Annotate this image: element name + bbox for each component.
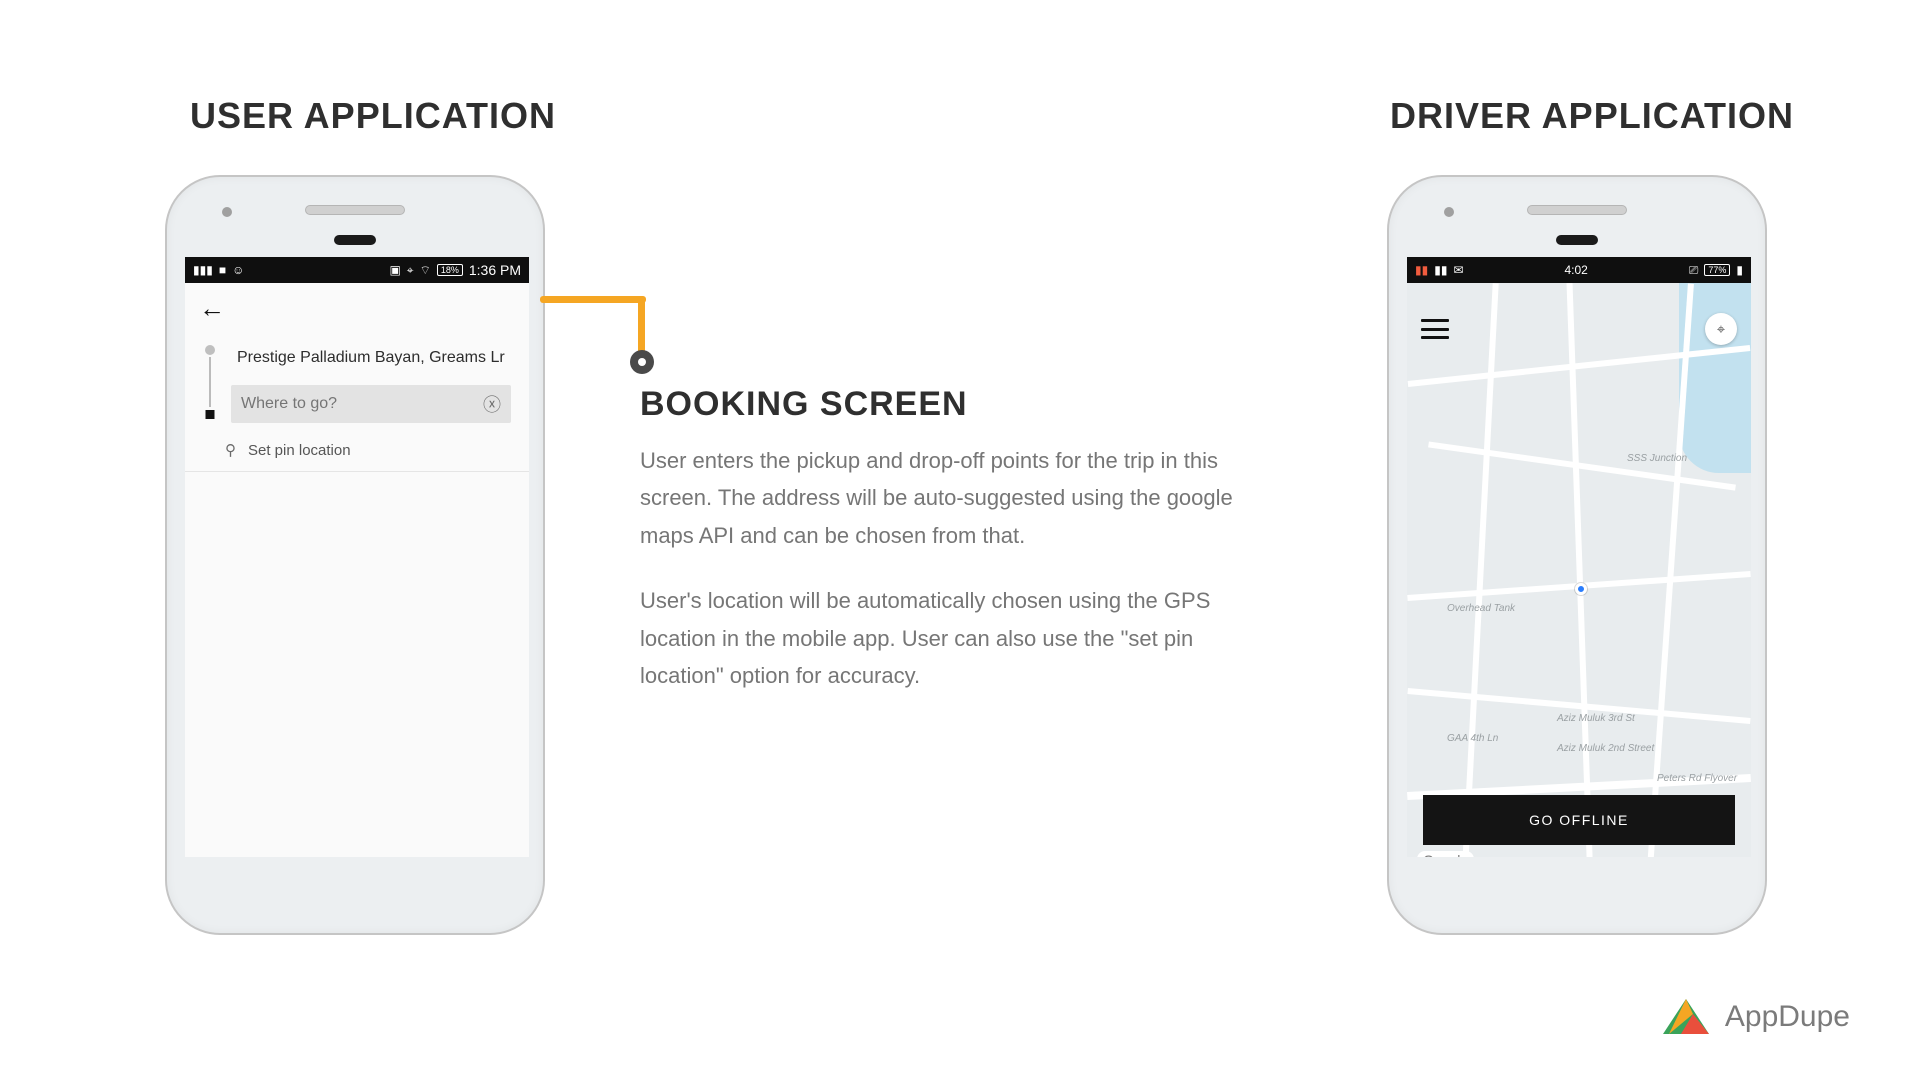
map-label: Aziz Muluk 3rd St [1557,713,1635,724]
connector-line-h [540,296,646,303]
feature-heading: BOOKING SCREEN [640,385,1260,424]
camera-dot-icon [1444,207,1454,217]
go-offline-button[interactable]: GO OFFLINE [1423,795,1735,845]
map-label: Peters Rd Flyover [1657,773,1737,784]
signal-icon: ▮▮▮ [193,264,213,276]
map-view[interactable]: SSS Junction Overhead Tank GAA 4th Ln Az… [1407,283,1751,857]
map-background: SSS Junction Overhead Tank GAA 4th Ln Az… [1407,283,1751,857]
locate-me-button[interactable]: ⌖ [1705,313,1737,345]
battery-icon: ▮ [1736,264,1743,276]
route-indicator-icon [203,347,217,417]
connector-line-v [638,296,645,358]
clear-icon[interactable]: ⓧ [483,391,501,417]
signal-icon: ▮▮ [1434,264,1447,276]
current-position-icon [1575,583,1587,595]
map-label: GAA 4th Ln [1447,733,1498,744]
camera-dot-icon [222,207,232,217]
destination-field-wrap[interactable]: ⓧ [231,385,511,423]
sensor-pill-icon [334,235,376,245]
clock-time: 4:02 [1564,263,1587,277]
feature-paragraph-2: User's location will be automatically ch… [640,582,1260,694]
map-label: Aziz Muluk 2nd Street [1557,743,1654,754]
feature-paragraph-1: User enters the pickup and drop-off poin… [640,442,1260,554]
back-button[interactable]: ← [199,293,225,324]
location-icon: ⌖ [407,264,414,276]
status-bar: ▮▮ ▮▮ ✉ 4:02 ⎚ 77% ▮ [1407,257,1751,283]
set-pin-location[interactable]: ⚲ Set pin location [185,429,529,472]
pin-icon: ⚲ [225,441,236,459]
carrier-icon: ▮▮ [1415,264,1428,276]
user-phone-mockup: ▮▮▮ ■ ☺ ▣ ⌖ ⌔ 18% 1:36 PM ← Prestige Pal… [165,175,545,935]
chat-icon: ✉ [1453,264,1463,276]
wifi-icon: ⌔ [420,264,431,276]
sensor-pill-icon [1556,235,1598,245]
brand-footer: AppDupe [1663,994,1850,1040]
appdupe-logo-icon [1663,994,1709,1040]
pickup-location[interactable]: Prestige Palladium Bayan, Greams Lr [231,341,511,375]
map-label: SSS Junction [1627,453,1687,464]
menu-button[interactable] [1421,319,1449,339]
driver-phone-mockup: ▮▮ ▮▮ ✉ 4:02 ⎚ 77% ▮ SSS J [1387,175,1767,935]
pickup-dot-icon [205,345,215,355]
google-attribution: Google [1417,851,1474,857]
speaker-icon [1527,205,1627,215]
driver-app-title: DRIVER APPLICATION [1390,95,1794,137]
battery-level: 18% [437,264,463,276]
connector-dot-icon [630,350,654,374]
set-pin-label: Set pin location [248,442,351,459]
brand-name: AppDupe [1725,1000,1850,1034]
clock-time: 1:36 PM [469,262,521,278]
status-bar: ▮▮▮ ■ ☺ ▣ ⌖ ⌔ 18% 1:36 PM [185,257,529,283]
crosshair-icon: ⌖ [1717,321,1725,338]
volte-icon: ⎚ [1689,264,1699,276]
map-label: Overhead Tank [1447,603,1515,614]
camera-icon: ■ [219,264,226,276]
battery-level: 77% [1704,264,1730,276]
destination-input[interactable] [241,395,483,413]
speaker-icon [305,205,405,215]
user-screen: ▮▮▮ ■ ☺ ▣ ⌖ ⌔ 18% 1:36 PM ← Prestige Pal… [185,257,529,857]
user-app-title: USER APPLICATION [190,95,556,137]
cast-icon: ▣ [389,264,400,276]
face-icon: ☺ [232,264,244,276]
destination-square-icon [206,410,215,419]
driver-screen: ▮▮ ▮▮ ✉ 4:02 ⎚ 77% ▮ SSS J [1407,257,1751,857]
feature-description: BOOKING SCREEN User enters the pickup an… [640,385,1260,722]
